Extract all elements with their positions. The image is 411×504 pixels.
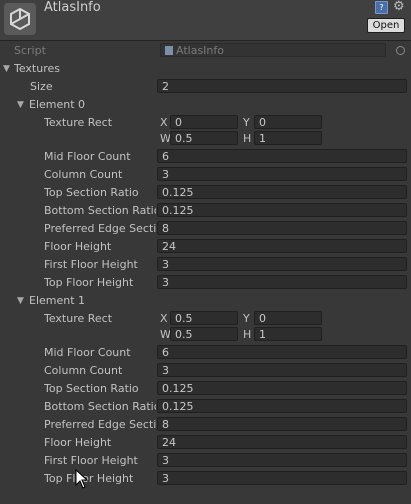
rect-w-field[interactable]: 0.5 [170, 327, 238, 341]
script-row: Script AtlasInfo [0, 42, 411, 60]
preferred-edge-section-field[interactable]: 8 [157, 221, 407, 235]
rect-y-label: Y [243, 312, 250, 325]
top-section-ratio-label: Top Section Ratio [44, 382, 139, 395]
top-floor-height-field[interactable]: 3 [157, 471, 407, 485]
preferred-edge-section-row: Preferred Edge Section 8 [0, 220, 411, 238]
bottom-section-ratio-field[interactable]: 0.125 [157, 399, 407, 413]
column-count-label: Column Count [44, 364, 123, 377]
first-floor-height-label: First Floor Height [44, 258, 138, 271]
mid-floor-count-label: Mid Floor Count [44, 346, 131, 359]
top-floor-height-label: Top Floor Height [44, 276, 134, 289]
column-count-field[interactable]: 3 [157, 167, 407, 181]
bottom-section-ratio-label: Bottom Section Ratio [44, 204, 156, 217]
floor-height-label: Floor Height [44, 436, 112, 449]
top-floor-height-label: Top Floor Height [44, 472, 134, 485]
bottom-section-ratio-field[interactable]: 0.125 [157, 203, 407, 217]
mid-floor-count-label: Mid Floor Count [44, 150, 131, 163]
mid-floor-count-field[interactable]: 6 [157, 149, 407, 163]
preferred-edge-section-label: Preferred Edge Section [44, 418, 156, 431]
column-count-field[interactable]: 3 [157, 363, 407, 377]
script-file-icon [165, 46, 173, 55]
unity-logo-icon [4, 3, 36, 35]
foldout-arrow-icon[interactable]: ▼ [17, 97, 27, 113]
top-floor-height-row: Top Floor Height 3 [0, 274, 411, 292]
texture-rect-label: Texture Rect [44, 116, 113, 129]
rect-y-field[interactable]: 0 [254, 115, 322, 129]
preferred-edge-section-label: Preferred Edge Section [44, 222, 156, 235]
bottom-section-ratio-row: Bottom Section Ratio 0.125 [0, 202, 411, 220]
first-floor-height-label: First Floor Height [44, 454, 138, 467]
rect-w-field[interactable]: 0.5 [170, 131, 238, 145]
top-section-ratio-field[interactable]: 0.125 [157, 381, 407, 395]
mid-floor-count-field[interactable]: 6 [157, 345, 407, 359]
mid-floor-count-row: Mid Floor Count 6 [0, 148, 411, 166]
script-label: Script [14, 44, 46, 57]
preferred-edge-section-field[interactable]: 8 [157, 417, 407, 431]
element-1-label: Element 1 [29, 294, 86, 307]
floor-height-row: Floor Height 24 [0, 434, 411, 452]
size-label: Size [30, 80, 53, 93]
first-floor-height-row: First Floor Height 3 [0, 256, 411, 274]
textures-foldout[interactable]: ▼ Textures [0, 60, 411, 78]
first-floor-height-row: First Floor Height 3 [0, 452, 411, 470]
column-count-label: Column Count [44, 168, 123, 181]
bottom-section-ratio-row: Bottom Section Ratio 0.125 [0, 398, 411, 416]
preferred-edge-section-row: Preferred Edge Section 8 [0, 416, 411, 434]
gear-icon[interactable]: ⚙ [393, 0, 405, 14]
first-floor-height-field[interactable]: 3 [157, 453, 407, 467]
top-section-ratio-label: Top Section Ratio [44, 186, 139, 199]
help-icon[interactable]: ? [375, 1, 388, 14]
open-button[interactable]: Open [367, 18, 405, 33]
top-section-ratio-field[interactable]: 0.125 [157, 185, 407, 199]
size-row: Size 2 [0, 78, 411, 96]
mouse-cursor-icon [75, 468, 89, 489]
texture-rect-row: Texture Rect X 0 Y 0 W 0.5 H 1 [0, 114, 411, 150]
rect-h-label: H [243, 328, 252, 341]
top-section-ratio-row: Top Section Ratio 0.125 [0, 184, 411, 202]
rect-x-field[interactable]: 0.5 [170, 311, 238, 325]
top-section-ratio-row: Top Section Ratio 0.125 [0, 380, 411, 398]
column-count-row: Column Count 3 [0, 362, 411, 380]
rect-h-field[interactable]: 1 [254, 131, 322, 145]
texture-rect-row: Texture Rect X 0.5 Y 0 W 0.5 H 1 [0, 310, 411, 346]
rect-x-label: X [160, 116, 168, 129]
element-0-foldout[interactable]: ▼ Element 0 [0, 96, 411, 114]
element-0-label: Element 0 [29, 98, 86, 111]
rect-h-field[interactable]: 1 [254, 327, 322, 341]
script-object-field[interactable]: AtlasInfo [160, 43, 386, 57]
element-1-foldout[interactable]: ▼ Element 1 [0, 292, 411, 310]
inspector-header: AtlasInfo ? ⚙ Open [0, 0, 411, 41]
top-floor-height-row: Top Floor Height 3 [0, 470, 411, 488]
foldout-arrow-icon[interactable]: ▼ [17, 293, 27, 309]
floor-height-row: Floor Height 24 [0, 238, 411, 256]
top-floor-height-field[interactable]: 3 [157, 275, 407, 289]
floor-height-field[interactable]: 24 [157, 435, 407, 449]
foldout-arrow-icon[interactable]: ▼ [3, 61, 13, 77]
rect-h-label: H [243, 132, 252, 145]
rect-x-label: X [160, 312, 168, 325]
textures-label: Textures [14, 62, 60, 75]
floor-height-label: Floor Height [44, 240, 112, 253]
script-value: AtlasInfo [176, 44, 224, 57]
column-count-row: Column Count 3 [0, 166, 411, 184]
first-floor-height-field[interactable]: 3 [157, 257, 407, 271]
texture-rect-label: Texture Rect [44, 312, 113, 325]
rect-x-field[interactable]: 0 [170, 115, 238, 129]
bottom-section-ratio-label: Bottom Section Ratio [44, 400, 156, 413]
component-title: AtlasInfo [44, 0, 101, 15]
floor-height-field[interactable]: 24 [157, 239, 407, 253]
size-field[interactable]: 2 [157, 79, 407, 93]
rect-y-field[interactable]: 0 [254, 311, 322, 325]
rect-y-label: Y [243, 116, 250, 129]
object-picker-icon[interactable] [396, 46, 405, 55]
mid-floor-count-row: Mid Floor Count 6 [0, 344, 411, 362]
